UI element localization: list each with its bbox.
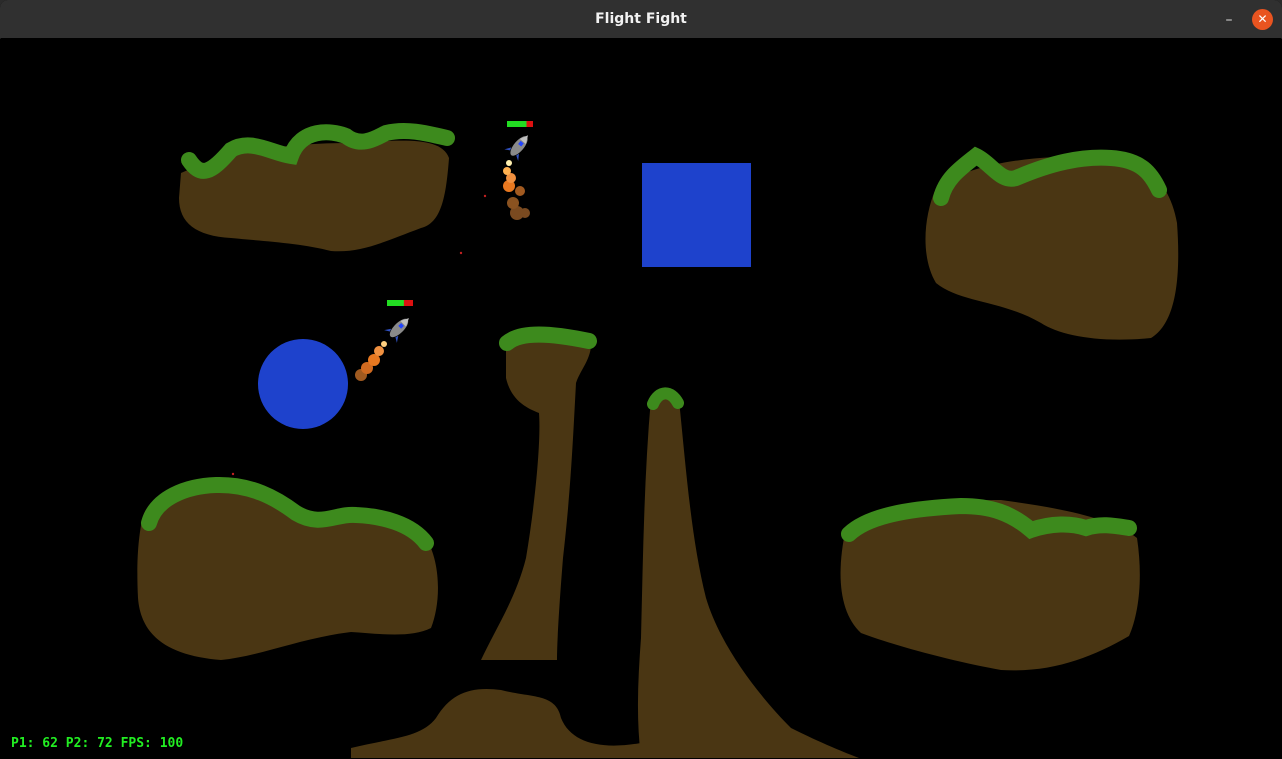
minimize-icon: – [1225,12,1233,28]
titlebar: Flight Fight – ✕ [0,0,1282,39]
close-button[interactable]: ✕ [1252,9,1273,30]
hud-status: P1: 62 P2: 72 FPS: 100 [11,736,184,751]
player-1-health-bar [507,121,533,127]
game-window: Flight Fight – ✕ P1: 62 P2: 72 FPS: 100 [0,0,1282,759]
window-title: Flight Fight [595,11,687,27]
player-2-health-bar [387,300,413,306]
blue-square-obstacle [642,163,751,267]
minimize-button[interactable]: – [1218,9,1240,31]
close-icon: ✕ [1257,12,1268,26]
debris-particle [459,251,463,255]
game-canvas[interactable] [1,38,1281,758]
debris-particle [483,194,487,198]
debris-particle [231,472,235,476]
blue-circle-obstacle [258,339,348,429]
